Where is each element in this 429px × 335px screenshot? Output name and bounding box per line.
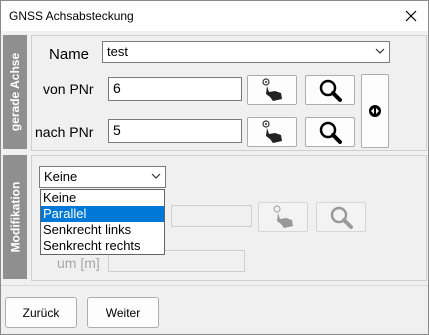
modifikation-value: Keine [44, 169, 78, 184]
name-label: Name [49, 46, 90, 63]
back-button[interactable]: Zurück [5, 297, 77, 328]
pick-point-button-nach[interactable] [247, 117, 297, 147]
pick-point-button-von[interactable] [247, 75, 297, 105]
option-senkrecht-links[interactable]: Senkrecht links [41, 222, 164, 238]
section-tab-label: Modifikation [8, 181, 23, 253]
pointing-hand-icon [262, 120, 282, 143]
nach-pnr-label: nach PNr [35, 124, 94, 140]
close-button[interactable] [394, 1, 428, 31]
search-button-nach[interactable] [305, 117, 355, 147]
magnifier-icon [330, 206, 353, 229]
option-parallel[interactable]: Parallel [41, 206, 164, 222]
pointing-hand-icon [273, 205, 293, 228]
title-bar: GNSS Achsabsteckung [1, 1, 428, 31]
next-button[interactable]: Weiter [87, 297, 159, 328]
pointing-hand-icon [262, 78, 282, 101]
magnifier-icon [319, 121, 342, 144]
section-tab-label: gerade Achse [8, 52, 23, 132]
von-pnr-input[interactable]: 6 [108, 77, 242, 101]
swap-arrows-icon [369, 105, 381, 117]
modifikation-combobox[interactable]: Keine [39, 166, 166, 188]
section-tab-modifikation: Modifikation [3, 155, 27, 279]
magnifier-icon [319, 79, 342, 102]
option-keine[interactable]: Keine [41, 190, 164, 206]
window-title: GNSS Achsabsteckung [9, 9, 134, 23]
um-label: um [m] [57, 255, 100, 271]
pick-point-button-disabled [258, 202, 308, 232]
section-tab-gerade-achse: gerade Achse [3, 35, 27, 149]
search-button-disabled [316, 202, 366, 232]
name-combobox[interactable]: test [102, 41, 390, 63]
von-pnr-label: von PNr [43, 81, 94, 97]
chevron-down-icon [151, 173, 161, 179]
search-button-von[interactable] [305, 75, 355, 105]
modifikation-dropdown-list: Keine Parallel Senkrecht links Senkrecht… [40, 189, 165, 255]
swap-points-button[interactable] [361, 74, 389, 148]
name-value: test [107, 44, 128, 59]
footer-separator [1, 285, 428, 286]
option-senkrecht-rechts[interactable]: Senkrecht rechts [41, 238, 164, 254]
dialog-window: GNSS Achsabsteckung gerade Achse Name te… [0, 0, 429, 335]
chevron-down-icon [375, 48, 385, 54]
nach-pnr-input[interactable]: 5 [108, 119, 242, 143]
close-icon [405, 10, 417, 22]
disabled-point-input [171, 205, 252, 227]
